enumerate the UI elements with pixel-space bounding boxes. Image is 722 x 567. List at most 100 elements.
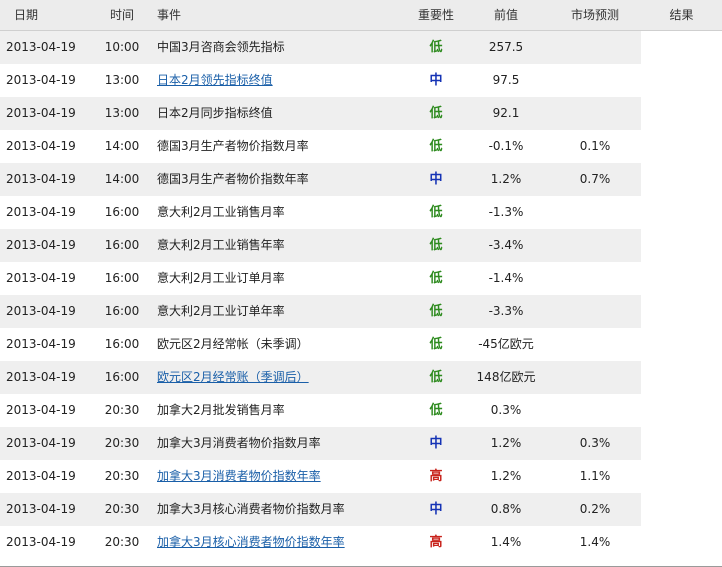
header-result: 结果 bbox=[669, 8, 694, 22]
row-time: 20:30 bbox=[104, 403, 140, 417]
row-forecast: 0.2% bbox=[549, 493, 641, 526]
row-date: 2013-04-19 bbox=[6, 73, 76, 87]
row-event: 加拿大3月核心消费者物价指数年率 bbox=[152, 526, 409, 559]
header-importance: 重要性 bbox=[417, 8, 454, 22]
table-row: 2013-04-19 16:00 意大利2月工业订单年率 低 -3.3% bbox=[0, 295, 722, 328]
row-result bbox=[641, 328, 722, 361]
row-date: 2013-04-19 bbox=[0, 31, 92, 64]
row-event: 意大利2月工业订单月率 bbox=[152, 262, 409, 295]
importance-badge: 高 bbox=[429, 535, 443, 550]
row-time: 16:00 bbox=[92, 229, 152, 262]
row-time: 20:30 bbox=[104, 535, 140, 549]
row-time: 20:30 bbox=[104, 469, 140, 483]
row-previous: 1.4% bbox=[490, 535, 522, 549]
row-forecast: 1.1% bbox=[579, 469, 611, 483]
row-time: 14:00 bbox=[92, 163, 152, 196]
row-forecast bbox=[549, 97, 641, 130]
table-row: 2013-04-19 16:00 欧元区2月经常帐（未季调） 低 -45亿欧元 bbox=[0, 328, 722, 361]
table-row: 2013-04-19 14:00 德国3月生产者物价指数月率 低 -0.1% 0.1% bbox=[0, 130, 722, 163]
row-importance: 低 bbox=[409, 97, 463, 130]
table-row: 2013-04-19 20:30 加拿大3月消费者物价指数年率 高 1.2% 1.1% bbox=[0, 460, 722, 493]
row-time: 16:00 bbox=[104, 271, 140, 285]
row-importance: 低 bbox=[409, 361, 463, 394]
row-time: 20:30 bbox=[92, 493, 152, 526]
row-event: 意大利2月工业销售年率 bbox=[152, 229, 409, 262]
row-event: 德国3月生产者物价指数月率 bbox=[152, 130, 409, 163]
row-date: 2013-04-19 bbox=[6, 535, 76, 549]
row-result bbox=[641, 262, 722, 295]
row-forecast bbox=[549, 361, 641, 394]
row-importance: 低 bbox=[409, 328, 463, 361]
row-importance: 低 bbox=[409, 394, 463, 427]
row-previous: 1.2% bbox=[463, 427, 549, 460]
event-label: 加拿大3月消费者物价指数月率 bbox=[157, 436, 321, 450]
row-event: 日本2月领先指标终值 bbox=[152, 64, 409, 97]
row-importance: 低 bbox=[409, 262, 463, 295]
row-time: 20:30 bbox=[92, 427, 152, 460]
row-importance: 低 bbox=[409, 31, 463, 64]
row-importance: 低 bbox=[409, 229, 463, 262]
row-date: 2013-04-19 bbox=[6, 469, 76, 483]
table-row: 2013-04-19 20:30 加拿大3月核心消费者物价指数月率 中 0.8% 0.2% bbox=[0, 493, 722, 526]
importance-badge: 低 bbox=[429, 403, 443, 418]
row-previous: 92.1 bbox=[463, 97, 549, 130]
table-row: 2013-04-19 16:00 意大利2月工业订单月率 低 -1.4% bbox=[0, 262, 722, 295]
row-date: 2013-04-19 bbox=[0, 163, 92, 196]
row-previous: 148亿欧元 bbox=[463, 361, 549, 394]
table-row: 2013-04-19 20:30 加拿大2月批发销售月率 低 0.3% bbox=[0, 394, 722, 427]
row-importance: 高 bbox=[409, 526, 463, 559]
table-row: 2013-04-19 16:00 欧元区2月经常账（季调后） 低 148亿欧元 bbox=[0, 361, 722, 394]
header-previous: 前值 bbox=[493, 8, 518, 22]
row-date: 2013-04-19 bbox=[0, 427, 92, 460]
row-date: 2013-04-19 bbox=[6, 205, 76, 219]
event-label: 德国3月生产者物价指数年率 bbox=[157, 172, 309, 186]
importance-badge: 低 bbox=[429, 106, 443, 121]
event-link[interactable]: 加拿大3月核心消费者物价指数年率 bbox=[157, 535, 345, 549]
header-time: 时间 bbox=[109, 8, 134, 22]
table-row: 2013-04-19 13:00 日本2月领先指标终值 中 97.5 bbox=[0, 64, 722, 97]
row-forecast bbox=[549, 328, 641, 361]
row-forecast: 0.3% bbox=[549, 427, 641, 460]
header-event: 事件 bbox=[157, 8, 182, 22]
row-forecast: 1.4% bbox=[579, 535, 611, 549]
event-label: 中国3月咨商会领先指标 bbox=[157, 40, 285, 54]
row-previous: 0.8% bbox=[463, 493, 549, 526]
row-importance: 高 bbox=[409, 460, 463, 493]
event-link[interactable]: 日本2月领先指标终值 bbox=[157, 73, 273, 87]
row-time: 13:00 bbox=[92, 97, 152, 130]
row-time: 16:00 bbox=[92, 295, 152, 328]
row-importance: 低 bbox=[409, 130, 463, 163]
row-previous: -3.3% bbox=[463, 295, 549, 328]
row-date: 2013-04-19 bbox=[6, 139, 76, 153]
importance-badge: 中 bbox=[429, 73, 443, 88]
row-event: 中国3月咨商会领先指标 bbox=[152, 31, 409, 64]
row-previous: 97.5 bbox=[492, 73, 520, 87]
row-forecast bbox=[549, 394, 641, 427]
row-previous: -1.3% bbox=[488, 205, 524, 219]
row-result bbox=[641, 229, 722, 262]
row-forecast bbox=[549, 196, 641, 229]
row-date: 2013-04-19 bbox=[6, 337, 76, 351]
row-result bbox=[641, 493, 722, 526]
row-time: 16:00 bbox=[104, 337, 140, 351]
row-event: 加拿大3月核心消费者物价指数月率 bbox=[152, 493, 409, 526]
event-link[interactable]: 加拿大3月消费者物价指数年率 bbox=[157, 469, 321, 483]
row-result bbox=[641, 97, 722, 130]
row-event: 加拿大3月消费者物价指数年率 bbox=[152, 460, 409, 493]
header-date: 日期 bbox=[14, 8, 39, 22]
row-result bbox=[641, 64, 722, 97]
row-result bbox=[641, 31, 722, 64]
table-row: 2013-04-19 10:00 中国3月咨商会领先指标 低 257.5 bbox=[0, 31, 722, 64]
row-importance: 中 bbox=[409, 64, 463, 97]
event-label: 加拿大2月批发销售月率 bbox=[157, 403, 285, 417]
row-result bbox=[641, 130, 722, 163]
row-event: 德国3月生产者物价指数年率 bbox=[152, 163, 409, 196]
event-link[interactable]: 欧元区2月经常账（季调后） bbox=[157, 370, 309, 384]
importance-badge: 中 bbox=[429, 172, 443, 187]
row-importance: 中 bbox=[409, 427, 463, 460]
row-event: 意大利2月工业销售月率 bbox=[152, 196, 409, 229]
importance-badge: 低 bbox=[429, 238, 443, 253]
row-date: 2013-04-19 bbox=[0, 97, 92, 130]
row-time: 16:00 bbox=[92, 361, 152, 394]
event-label: 加拿大3月核心消费者物价指数月率 bbox=[157, 502, 345, 516]
